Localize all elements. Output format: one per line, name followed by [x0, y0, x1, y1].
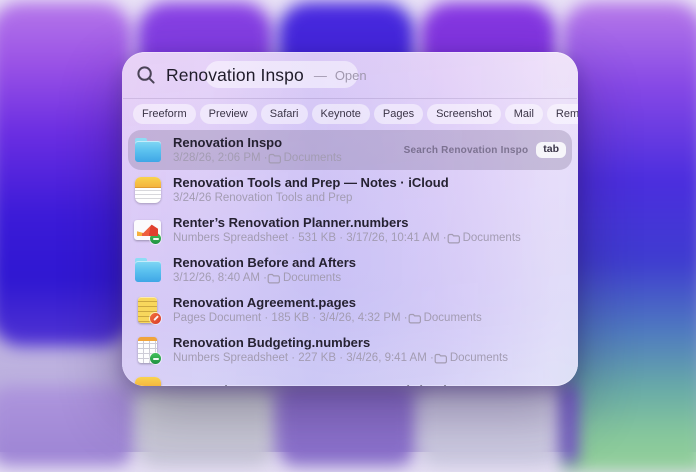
- result-row[interactable]: Renovation Measurements — Notes · iCloud: [122, 370, 578, 386]
- pages-icon: [134, 296, 162, 324]
- result-location-label: Documents: [463, 231, 521, 246]
- result-subtitle: 3/24/26 Renovation Tools and Prep: [173, 191, 449, 206]
- result-text: Renovation Agreement.pages Pages Documen…: [173, 294, 482, 326]
- background-blur-column: [0, 2, 132, 346]
- folder-icon: [134, 256, 162, 284]
- filter-chip-pages[interactable]: Pages: [374, 104, 423, 124]
- result-location-label: Documents: [283, 271, 341, 286]
- result-row[interactable]: Renter’s Renovation Planner.numbers Numb…: [122, 210, 578, 250]
- filter-chip-freeform[interactable]: Freeform: [133, 104, 196, 124]
- folder-small-icon: [268, 153, 281, 164]
- result-text: Renovation Budgeting.numbers Numbers Spr…: [173, 334, 508, 366]
- spotlight-panel: Renovation Inspo — Open FreeformPreviewS…: [122, 52, 578, 386]
- pages-app-badge-icon: [150, 313, 161, 324]
- result-meta: Pages Document · 185 KB · 3/4/26, 4:32 P…: [173, 311, 408, 326]
- result-text: Renovation Inspo 3/28/26, 2:06 PM · Docu…: [173, 134, 342, 166]
- folder-icon: [134, 136, 162, 164]
- result-title: Renovation Measurements — Notes · iCloud: [173, 382, 447, 387]
- result-subtitle: 3/28/26, 2:06 PM · Documents: [173, 151, 342, 166]
- search-action-hint: Search Renovation Inspo: [404, 145, 529, 156]
- numbers-app-badge-icon: [150, 353, 161, 364]
- result-title: Renovation Budgeting.numbers: [173, 334, 508, 351]
- numbers-app-badge-icon: [150, 233, 161, 244]
- result-meta: 3/24/26 Renovation Tools and Prep: [173, 191, 352, 206]
- folder-small-icon: [408, 313, 421, 324]
- note-icon: [134, 376, 162, 386]
- result-subtitle: Numbers Spreadsheet · 227 KB · 3/4/26, 9…: [173, 351, 508, 366]
- result-location: Documents: [267, 271, 341, 286]
- result-meta: Numbers Spreadsheet · 531 KB · 3/17/26, …: [173, 231, 447, 246]
- numbers-chart-icon: [134, 216, 162, 244]
- search-icon: [136, 65, 156, 85]
- filter-chip-keynote[interactable]: Keynote: [312, 104, 370, 124]
- result-location: Documents: [434, 351, 508, 366]
- result-row[interactable]: Renovation Budgeting.numbers Numbers Spr…: [122, 330, 578, 370]
- hint-separator: —: [314, 68, 327, 83]
- search-input[interactable]: Renovation Inspo: [166, 65, 304, 86]
- result-location: Documents: [408, 311, 482, 326]
- result-title: Renovation Agreement.pages: [173, 294, 482, 311]
- result-location: Documents: [268, 151, 342, 166]
- filter-chip-preview[interactable]: Preview: [200, 104, 257, 124]
- result-title: Renter’s Renovation Planner.numbers: [173, 214, 521, 231]
- result-text: Renter’s Renovation Planner.numbers Numb…: [173, 214, 521, 246]
- result-subtitle: Numbers Spreadsheet · 531 KB · 3/17/26, …: [173, 231, 521, 246]
- result-subtitle: 3/12/26, 8:40 AM · Documents: [173, 271, 356, 286]
- results-list: Renovation Inspo 3/28/26, 2:06 PM · Docu…: [122, 128, 578, 386]
- result-row[interactable]: Renovation Tools and Prep — Notes · iClo…: [122, 170, 578, 210]
- result-row[interactable]: Renovation Agreement.pages Pages Documen…: [122, 290, 578, 330]
- result-location-label: Documents: [450, 351, 508, 366]
- result-location-label: Documents: [424, 311, 482, 326]
- result-meta: Numbers Spreadsheet · 227 KB · 3/4/26, 9…: [173, 351, 434, 366]
- folder-small-icon: [267, 273, 280, 284]
- folder-small-icon: [447, 233, 460, 244]
- filter-chip-mail[interactable]: Mail: [505, 104, 543, 124]
- result-meta: 3/28/26, 2:06 PM ·: [173, 151, 268, 166]
- numbers-grid-icon: [134, 336, 162, 364]
- background-blur-column: [419, 386, 559, 466]
- result-subtitle: Pages Document · 185 KB · 3/4/26, 4:32 P…: [173, 311, 482, 326]
- filter-chips: FreeformPreviewSafariKeynotePagesScreens…: [122, 99, 578, 128]
- background-blur-column: [278, 386, 415, 466]
- result-title: Renovation Tools and Prep — Notes · iClo…: [173, 174, 449, 191]
- open-hint: Open: [335, 68, 367, 83]
- filter-chip-reminders[interactable]: Reminders: [547, 104, 578, 124]
- result-row[interactable]: Renovation Inspo 3/28/26, 2:06 PM · Docu…: [128, 130, 572, 170]
- result-meta: 3/12/26, 8:40 AM ·: [173, 271, 267, 286]
- background-blur-column: [562, 2, 696, 472]
- background-blur-column: [561, 384, 578, 464]
- tab-key-badge[interactable]: tab: [536, 142, 566, 158]
- filter-chip-screenshot[interactable]: Screenshot: [427, 104, 501, 124]
- filter-chip-safari[interactable]: Safari: [261, 104, 308, 124]
- result-location-label: Documents: [284, 151, 342, 166]
- result-title: Renovation Before and Afters: [173, 254, 356, 271]
- result-trailing: Search Renovation Inspo tab: [404, 142, 568, 158]
- search-bar[interactable]: Renovation Inspo — Open: [122, 52, 578, 98]
- result-title: Renovation Inspo: [173, 134, 342, 151]
- background-blur-column: [137, 386, 274, 466]
- folder-small-icon: [434, 353, 447, 364]
- background-blur-column: [0, 386, 134, 466]
- result-text: Renovation Measurements — Notes · iCloud: [173, 382, 447, 387]
- result-text: Renovation Tools and Prep — Notes · iClo…: [173, 174, 449, 206]
- result-text: Renovation Before and Afters 3/12/26, 8:…: [173, 254, 356, 286]
- note-icon: [134, 176, 162, 204]
- result-location: Documents: [447, 231, 521, 246]
- result-row[interactable]: Renovation Before and Afters 3/12/26, 8:…: [122, 250, 578, 290]
